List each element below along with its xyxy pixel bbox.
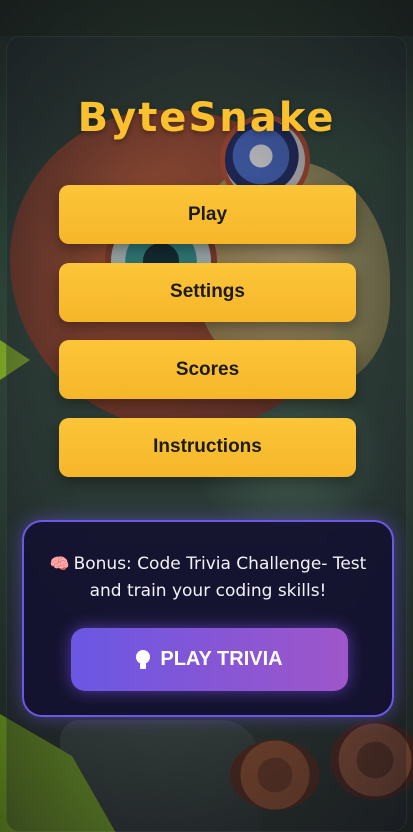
play-button[interactable]: Play (59, 185, 356, 244)
main-menu: Play Settings Scores Instructions (59, 185, 356, 495)
game-title: ByteSnake (77, 95, 336, 141)
play-trivia-button[interactable]: PLAY TRIVIA (71, 628, 348, 691)
scores-button[interactable]: Scores (59, 340, 356, 399)
trivia-bonus-card: 🧠 Bonus: Code Trivia Challenge- Test and … (22, 520, 394, 717)
instructions-button[interactable]: Instructions (59, 417, 356, 477)
play-trivia-label: PLAY TRIVIA (160, 648, 283, 670)
brain-icon: 🧠 (49, 554, 70, 573)
trivia-description-text: Bonus: Code Trivia Challenge- Test and t… (73, 554, 367, 601)
trivia-description: 🧠 Bonus: Code Trivia Challenge- Test and … (42, 550, 374, 605)
settings-button[interactable]: Settings (59, 262, 356, 322)
lightbulb-icon (136, 649, 151, 670)
top-strip (0, 0, 413, 36)
